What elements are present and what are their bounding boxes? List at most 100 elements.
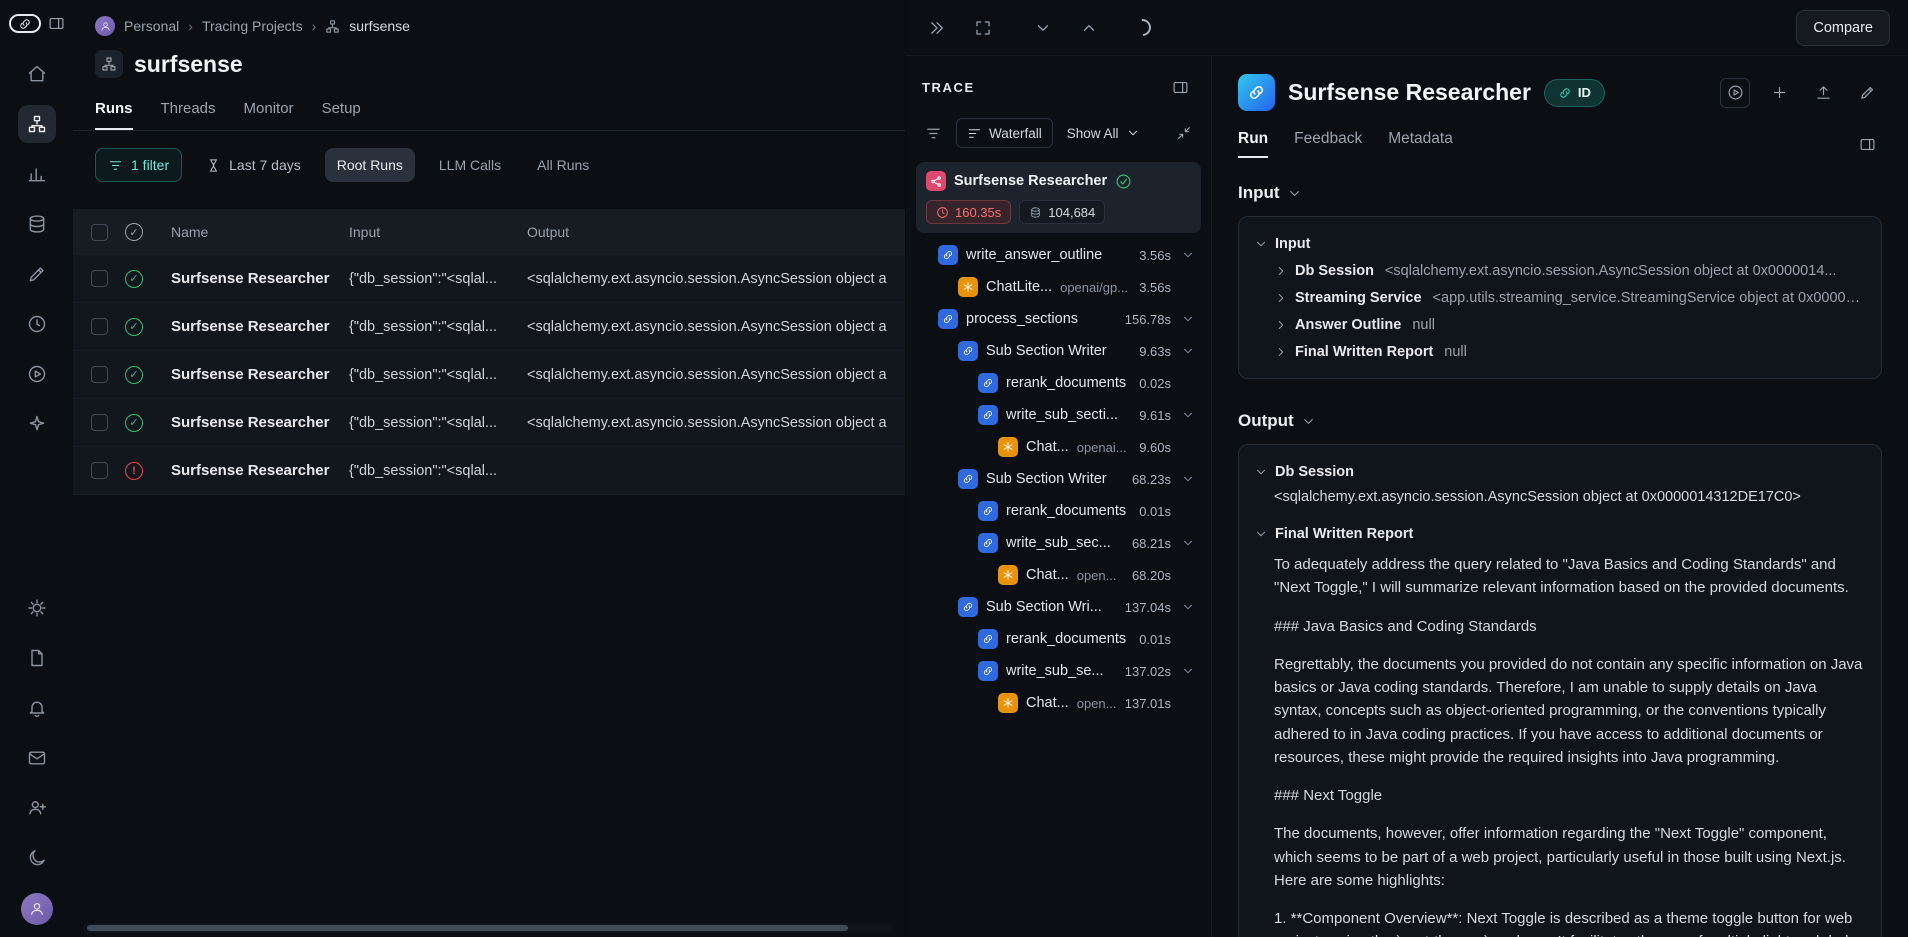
prev-run-icon[interactable]: [1076, 15, 1102, 41]
breadcrumb-personal[interactable]: Personal: [124, 18, 179, 34]
chevron-down-icon[interactable]: [1179, 248, 1197, 262]
report-paragraph: ### Next Toggle: [1274, 784, 1866, 807]
table-row[interactable]: Surfsense Researcher {"db_session":"<sql…: [73, 255, 905, 303]
annotation-icon[interactable]: [18, 255, 56, 293]
experiments-icon[interactable]: [18, 305, 56, 343]
monitoring-icon[interactable]: [18, 155, 56, 193]
trace-node[interactable]: rerank_documents 0.01s: [914, 623, 1203, 655]
tab-metadata[interactable]: Metadata: [1388, 130, 1453, 158]
trace-node[interactable]: Sub Section Wri... 137.04s: [914, 591, 1203, 623]
input-field-row[interactable]: Answer Outline null: [1254, 311, 1866, 338]
row-checkbox[interactable]: [91, 318, 108, 335]
row-checkbox[interactable]: [91, 462, 108, 479]
table-row[interactable]: Surfsense Researcher {"db_session":"<sql…: [73, 303, 905, 351]
trace-node[interactable]: Chat... openai... 9.60s: [914, 431, 1203, 463]
trace-node[interactable]: Sub Section Writer 9.63s: [914, 335, 1203, 367]
tab-runs[interactable]: Runs: [95, 100, 133, 130]
chip-all-runs[interactable]: All Runs: [525, 148, 601, 182]
input-section-header[interactable]: Input: [1238, 183, 1882, 203]
column-output[interactable]: Output: [527, 224, 887, 240]
output-db-session-row[interactable]: Db Session: [1254, 458, 1866, 485]
chip-llm-calls[interactable]: LLM Calls: [427, 148, 513, 182]
chevron-down-icon[interactable]: [1179, 664, 1197, 678]
row-checkbox[interactable]: [91, 414, 108, 431]
date-range-chip[interactable]: Last 7 days: [194, 148, 313, 182]
table-row[interactable]: Surfsense Researcher {"db_session":"<sql…: [73, 399, 905, 447]
tab-run[interactable]: Run: [1238, 130, 1268, 158]
chevron-down-icon[interactable]: [1179, 472, 1197, 486]
trace-node[interactable]: write_sub_secti... 9.61s: [914, 399, 1203, 431]
column-input[interactable]: Input: [349, 224, 527, 240]
chip-root-runs[interactable]: Root Runs: [325, 148, 415, 182]
filter-chip[interactable]: 1 filter: [95, 148, 182, 182]
show-all-dropdown[interactable]: Show All: [1061, 118, 1146, 148]
chevron-down-icon[interactable]: [1179, 312, 1197, 326]
deployments-icon[interactable]: [18, 405, 56, 443]
settings-icon[interactable]: [18, 589, 56, 627]
compare-button[interactable]: Compare: [1796, 10, 1890, 46]
datasets-icon[interactable]: [18, 205, 56, 243]
chevron-down-icon[interactable]: [1179, 600, 1197, 614]
workspace-avatar[interactable]: [95, 16, 115, 36]
inbox-icon[interactable]: [18, 739, 56, 777]
detail-panel-toggle-icon[interactable]: [1852, 129, 1882, 159]
trace-node[interactable]: write_sub_sec... 68.21s: [914, 527, 1203, 559]
breadcrumb-tracing-projects[interactable]: Tracing Projects: [202, 18, 303, 34]
trace-panel-toggle-icon[interactable]: [1165, 72, 1195, 102]
tab-threads[interactable]: Threads: [161, 100, 216, 130]
docs-icon[interactable]: [18, 639, 56, 677]
tab-setup[interactable]: Setup: [322, 100, 361, 130]
scrollbar-thumb[interactable]: [87, 925, 848, 931]
tab-feedback[interactable]: Feedback: [1294, 130, 1362, 158]
share-button[interactable]: [1808, 78, 1838, 108]
notifications-icon[interactable]: [18, 689, 56, 727]
input-field-row[interactable]: Final Written Report null: [1254, 338, 1866, 365]
trace-root-node[interactable]: Surfsense Researcher 160.35s 104,684: [916, 162, 1201, 233]
row-checkbox[interactable]: [91, 270, 108, 287]
trace-node[interactable]: Sub Section Writer 68.23s: [914, 463, 1203, 495]
table-row[interactable]: Surfsense Researcher {"db_session":"<sql…: [73, 351, 905, 399]
column-name[interactable]: Name: [171, 224, 349, 240]
input-field-row[interactable]: Db Session <sqlalchemy.ext.asyncio.sessi…: [1254, 257, 1866, 284]
trace-node[interactable]: ChatLite... openai/gp... 3.56s: [914, 271, 1203, 303]
playground-button[interactable]: [1720, 78, 1750, 108]
trace-node[interactable]: rerank_documents 0.02s: [914, 367, 1203, 399]
playground-icon[interactable]: [18, 355, 56, 393]
sidebar-toggle-icon[interactable]: [48, 15, 65, 32]
output-final-report-row[interactable]: Final Written Report: [1254, 520, 1866, 547]
waterfall-button[interactable]: Waterfall: [956, 118, 1053, 148]
trace-node[interactable]: write_sub_se... 137.02s: [914, 655, 1203, 687]
chain-icon: [978, 629, 998, 649]
collapse-all-icon[interactable]: [1169, 118, 1199, 148]
next-run-icon[interactable]: [1030, 15, 1056, 41]
chevron-down-icon[interactable]: [1179, 536, 1197, 550]
home-icon[interactable]: [18, 55, 56, 93]
row-checkbox[interactable]: [91, 366, 108, 383]
add-to-dataset-button[interactable]: [1764, 78, 1794, 108]
table-row[interactable]: Surfsense Researcher {"db_session":"<sql…: [73, 447, 905, 495]
trace-node[interactable]: rerank_documents 0.01s: [914, 495, 1203, 527]
fullscreen-icon[interactable]: [970, 15, 996, 41]
tracing-projects-icon[interactable]: [18, 105, 56, 143]
expand-panel-icon[interactable]: [924, 15, 950, 41]
output-section-header[interactable]: Output: [1238, 411, 1882, 431]
breadcrumb-project[interactable]: surfsense: [349, 18, 410, 34]
input-root-row[interactable]: Input: [1254, 230, 1866, 257]
invite-user-icon[interactable]: [18, 789, 56, 827]
status-filter-icon[interactable]: ✓: [125, 223, 143, 241]
run-id-badge[interactable]: ID: [1544, 79, 1605, 107]
chevron-down-icon[interactable]: [1179, 344, 1197, 358]
tab-monitor[interactable]: Monitor: [244, 100, 294, 130]
theme-toggle-icon[interactable]: [18, 839, 56, 877]
trace-node[interactable]: Chat... open... 68.20s: [914, 559, 1203, 591]
input-field-row[interactable]: Streaming Service <app.utils.streaming_s…: [1254, 284, 1866, 311]
trace-node[interactable]: Chat... open... 137.01s: [914, 687, 1203, 719]
user-avatar[interactable]: [21, 893, 53, 925]
trace-node[interactable]: process_sections 156.78s: [914, 303, 1203, 335]
trace-node[interactable]: write_answer_outline 3.56s: [914, 239, 1203, 271]
trace-filter-icon[interactable]: [918, 118, 948, 148]
select-all-checkbox[interactable]: [91, 224, 108, 241]
chevron-down-icon[interactable]: [1179, 408, 1197, 422]
langsmith-logo[interactable]: [9, 14, 41, 33]
annotate-button[interactable]: [1852, 78, 1882, 108]
